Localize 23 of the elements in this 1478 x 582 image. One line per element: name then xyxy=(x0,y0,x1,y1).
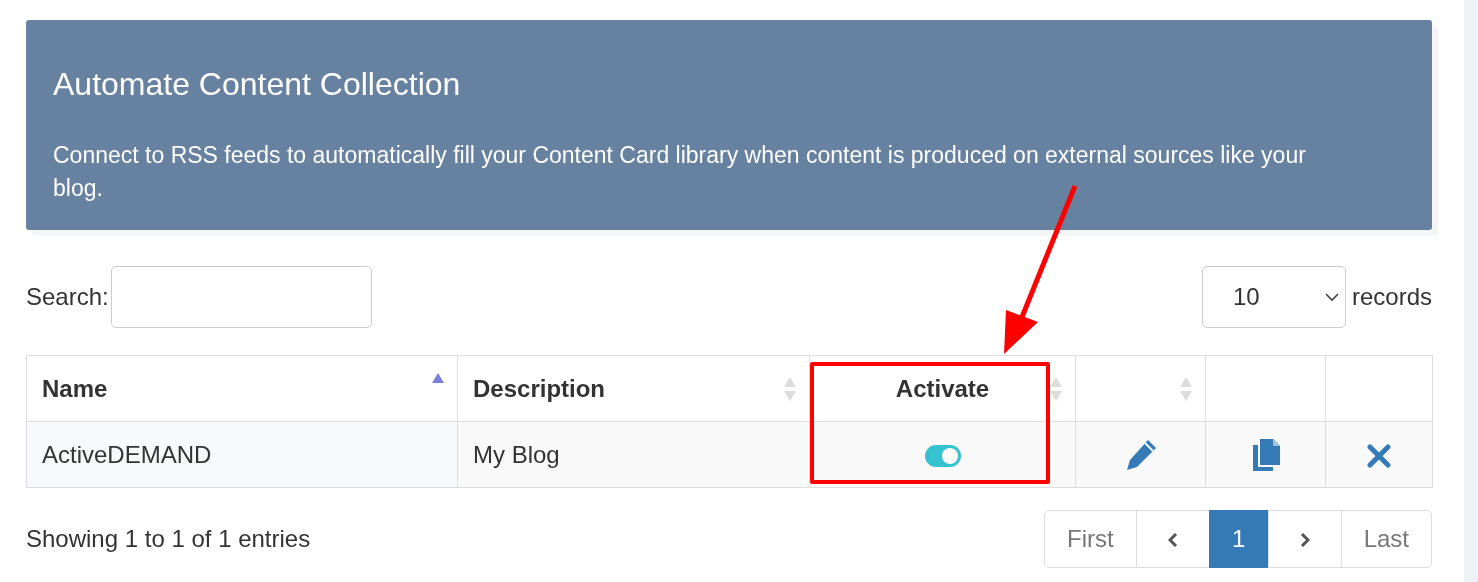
page-button[interactable]: 1 xyxy=(1208,510,1269,568)
activate-toggle[interactable] xyxy=(924,445,961,468)
entries-info: Showing 1 to 1 of 1 entries xyxy=(26,525,311,553)
close-icon[interactable] xyxy=(1367,444,1391,469)
search-label: Search: xyxy=(26,283,109,311)
page-button[interactable] xyxy=(1267,510,1342,568)
column-header[interactable]: Activate xyxy=(809,355,1076,422)
records-label: records xyxy=(1351,283,1432,311)
chevron-down-icon xyxy=(1324,292,1339,302)
chevron-left-icon xyxy=(1167,533,1178,547)
search-field[interactable] xyxy=(110,266,372,328)
copy-icon[interactable] xyxy=(1250,437,1281,472)
table-cell: ActiveDEMAND xyxy=(26,421,458,488)
table-cell: My Blog xyxy=(457,421,810,488)
page-button[interactable] xyxy=(1135,510,1210,568)
chevron-right-icon xyxy=(1299,533,1310,547)
page-length-select[interactable]: 10 xyxy=(1201,266,1346,328)
banner-title: Automate Content Collection xyxy=(53,66,462,103)
column-header[interactable]: Description xyxy=(457,355,810,422)
banner-text: Connect to RSS feeds to automatically fill your Content Card library when content is produced on external sources like your blog. xyxy=(53,141,1307,203)
page-button[interactable]: Last xyxy=(1340,510,1432,568)
page-button[interactable]: First xyxy=(1043,510,1137,568)
column-header[interactable]: Name xyxy=(26,355,458,422)
